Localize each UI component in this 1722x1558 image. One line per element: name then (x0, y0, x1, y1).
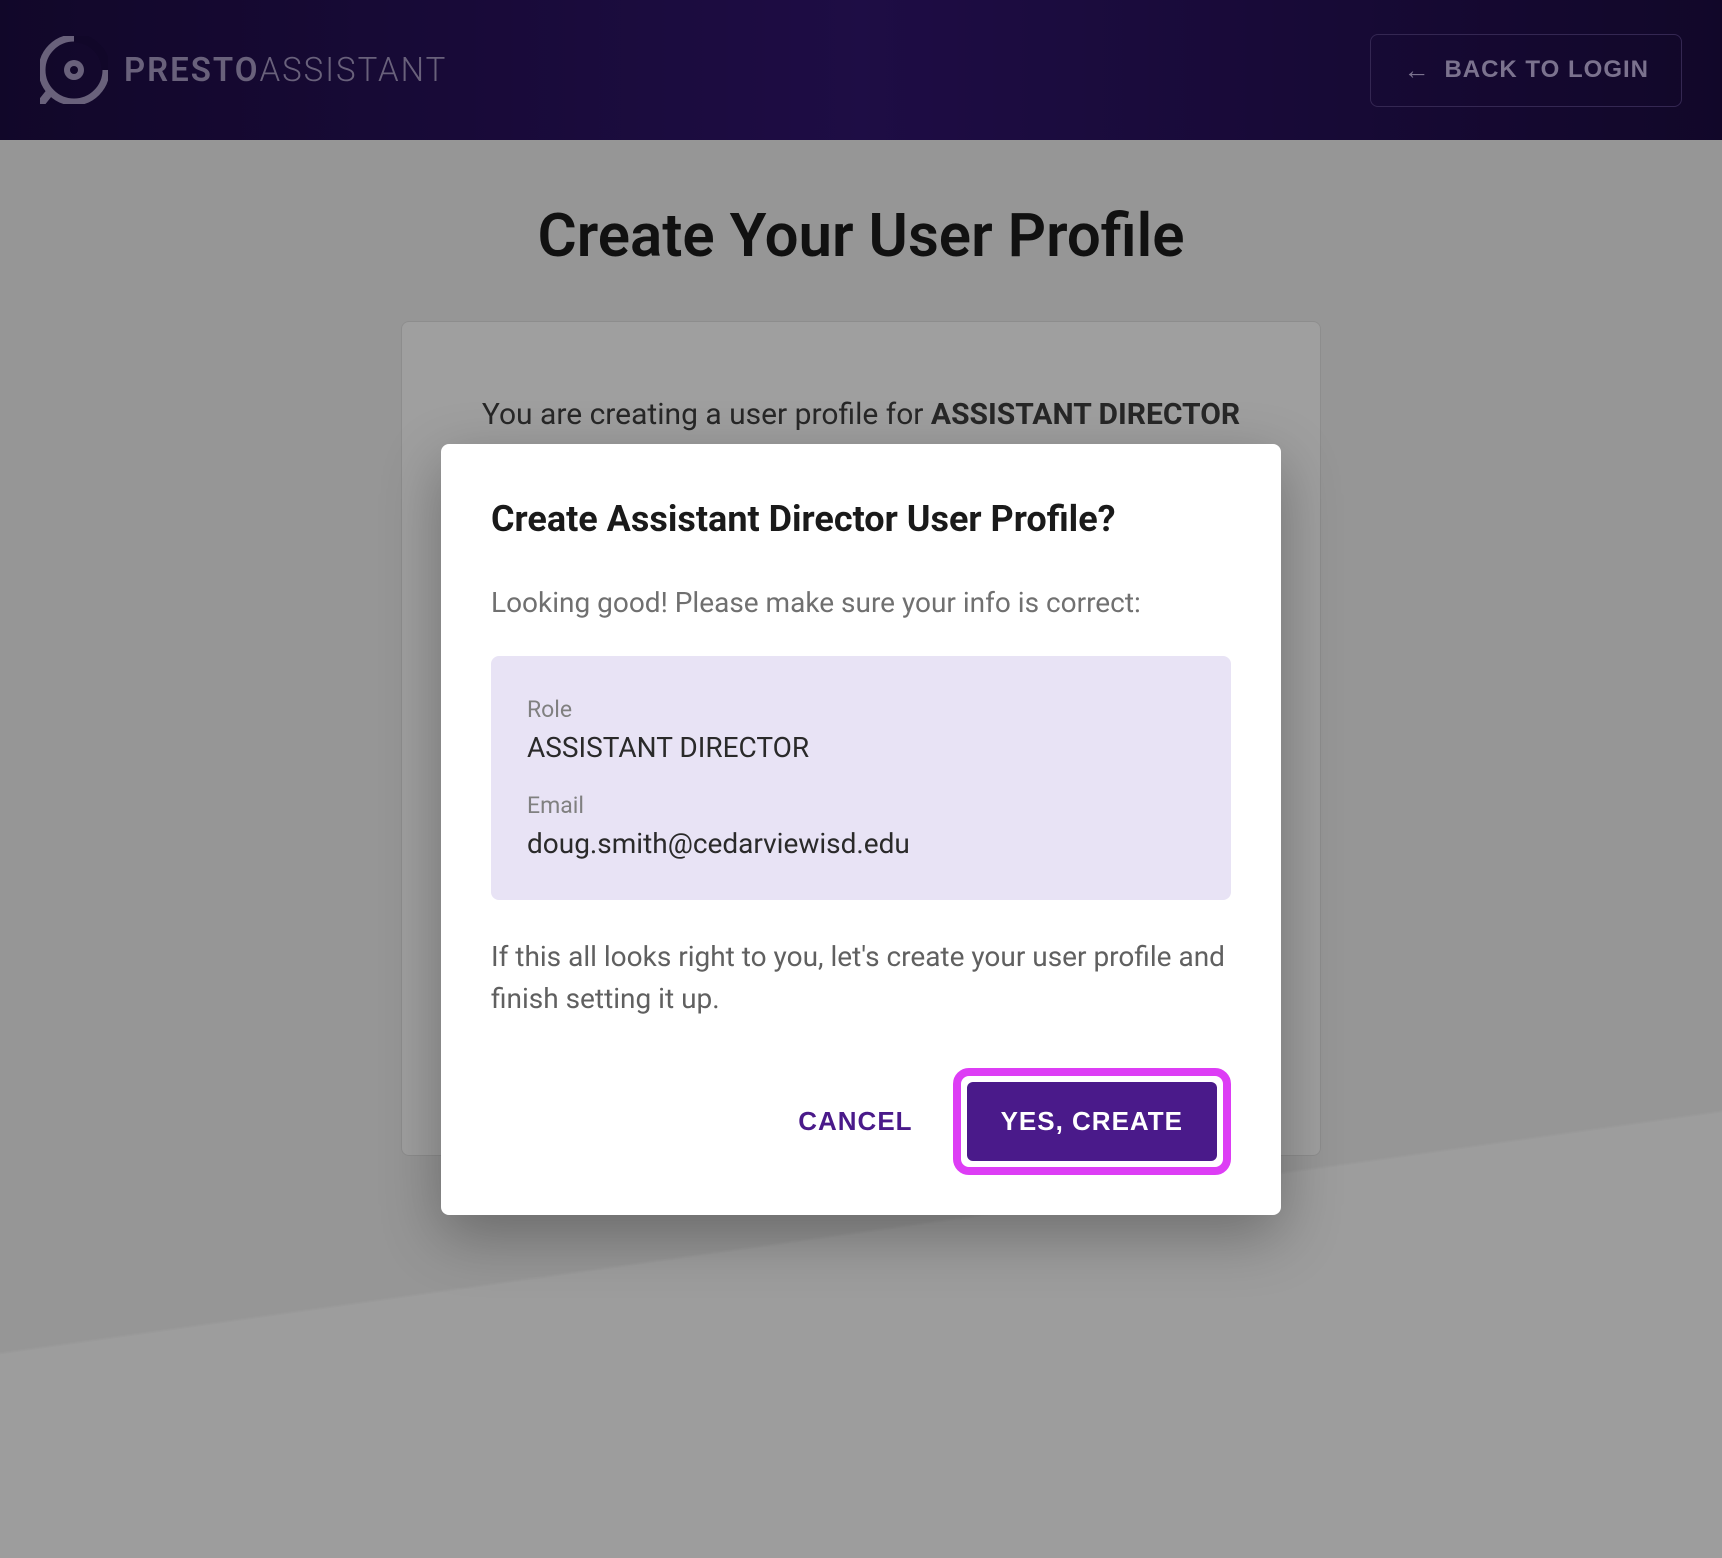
modal-title: Create Assistant Director User Profile? (491, 498, 1231, 540)
role-value: ASSISTANT DIRECTOR (527, 731, 1195, 764)
modal-overlay: Create Assistant Director User Profile? … (0, 0, 1722, 1558)
modal-subtitle: Looking good! Please make sure your info… (491, 582, 1231, 624)
cancel-button[interactable]: CANCEL (774, 1086, 936, 1157)
role-label: Role (527, 696, 1195, 723)
info-summary-box: Role ASSISTANT DIRECTOR Email doug.smith… (491, 656, 1231, 900)
yes-create-button[interactable]: YES, CREATE (967, 1082, 1217, 1161)
email-value: doug.smith@cedarviewisd.edu (527, 827, 1195, 860)
create-button-highlight: YES, CREATE (953, 1068, 1231, 1175)
confirm-create-modal: Create Assistant Director User Profile? … (441, 444, 1281, 1215)
email-label: Email (527, 792, 1195, 819)
modal-footer-text: If this all looks right to you, let's cr… (491, 936, 1231, 1020)
modal-actions: CANCEL YES, CREATE (491, 1068, 1231, 1175)
